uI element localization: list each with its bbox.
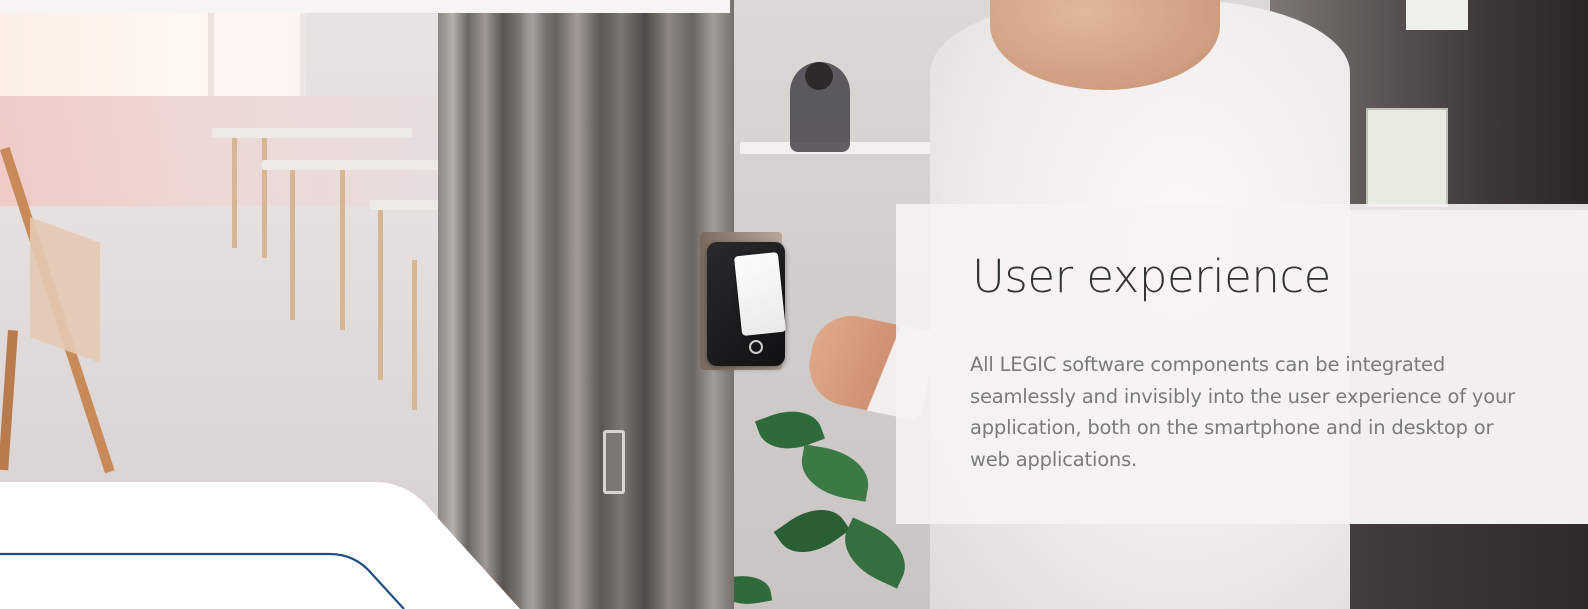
photo-table <box>262 160 442 170</box>
photo-table <box>212 128 412 138</box>
photo-easel-board <box>30 217 100 363</box>
photo-reader-led <box>749 340 763 354</box>
photo-window-frame <box>208 10 214 96</box>
photo-background-person-head <box>805 62 833 90</box>
photo-poster <box>1406 0 1468 30</box>
top-strip <box>0 0 730 13</box>
photo-table-leg <box>290 170 295 320</box>
section-description: All LEGIC software components can be int… <box>970 353 1515 471</box>
section-title: User experience <box>972 250 1331 303</box>
photo-table-leg <box>378 210 383 380</box>
photo-wall <box>0 96 440 206</box>
photo-poster <box>1366 108 1448 207</box>
photo-window <box>0 10 306 96</box>
photo-table-leg <box>262 138 267 258</box>
photo-door-latch <box>603 430 625 494</box>
access-card-icon <box>733 251 787 337</box>
photo-table-leg <box>340 170 345 330</box>
hero-section: User experience All LEGIC software compo… <box>0 0 1588 609</box>
photo-table-leg <box>232 138 237 248</box>
decorative-corner-shape <box>0 482 520 609</box>
photo-table-leg <box>412 260 417 410</box>
photo-table <box>370 200 440 210</box>
